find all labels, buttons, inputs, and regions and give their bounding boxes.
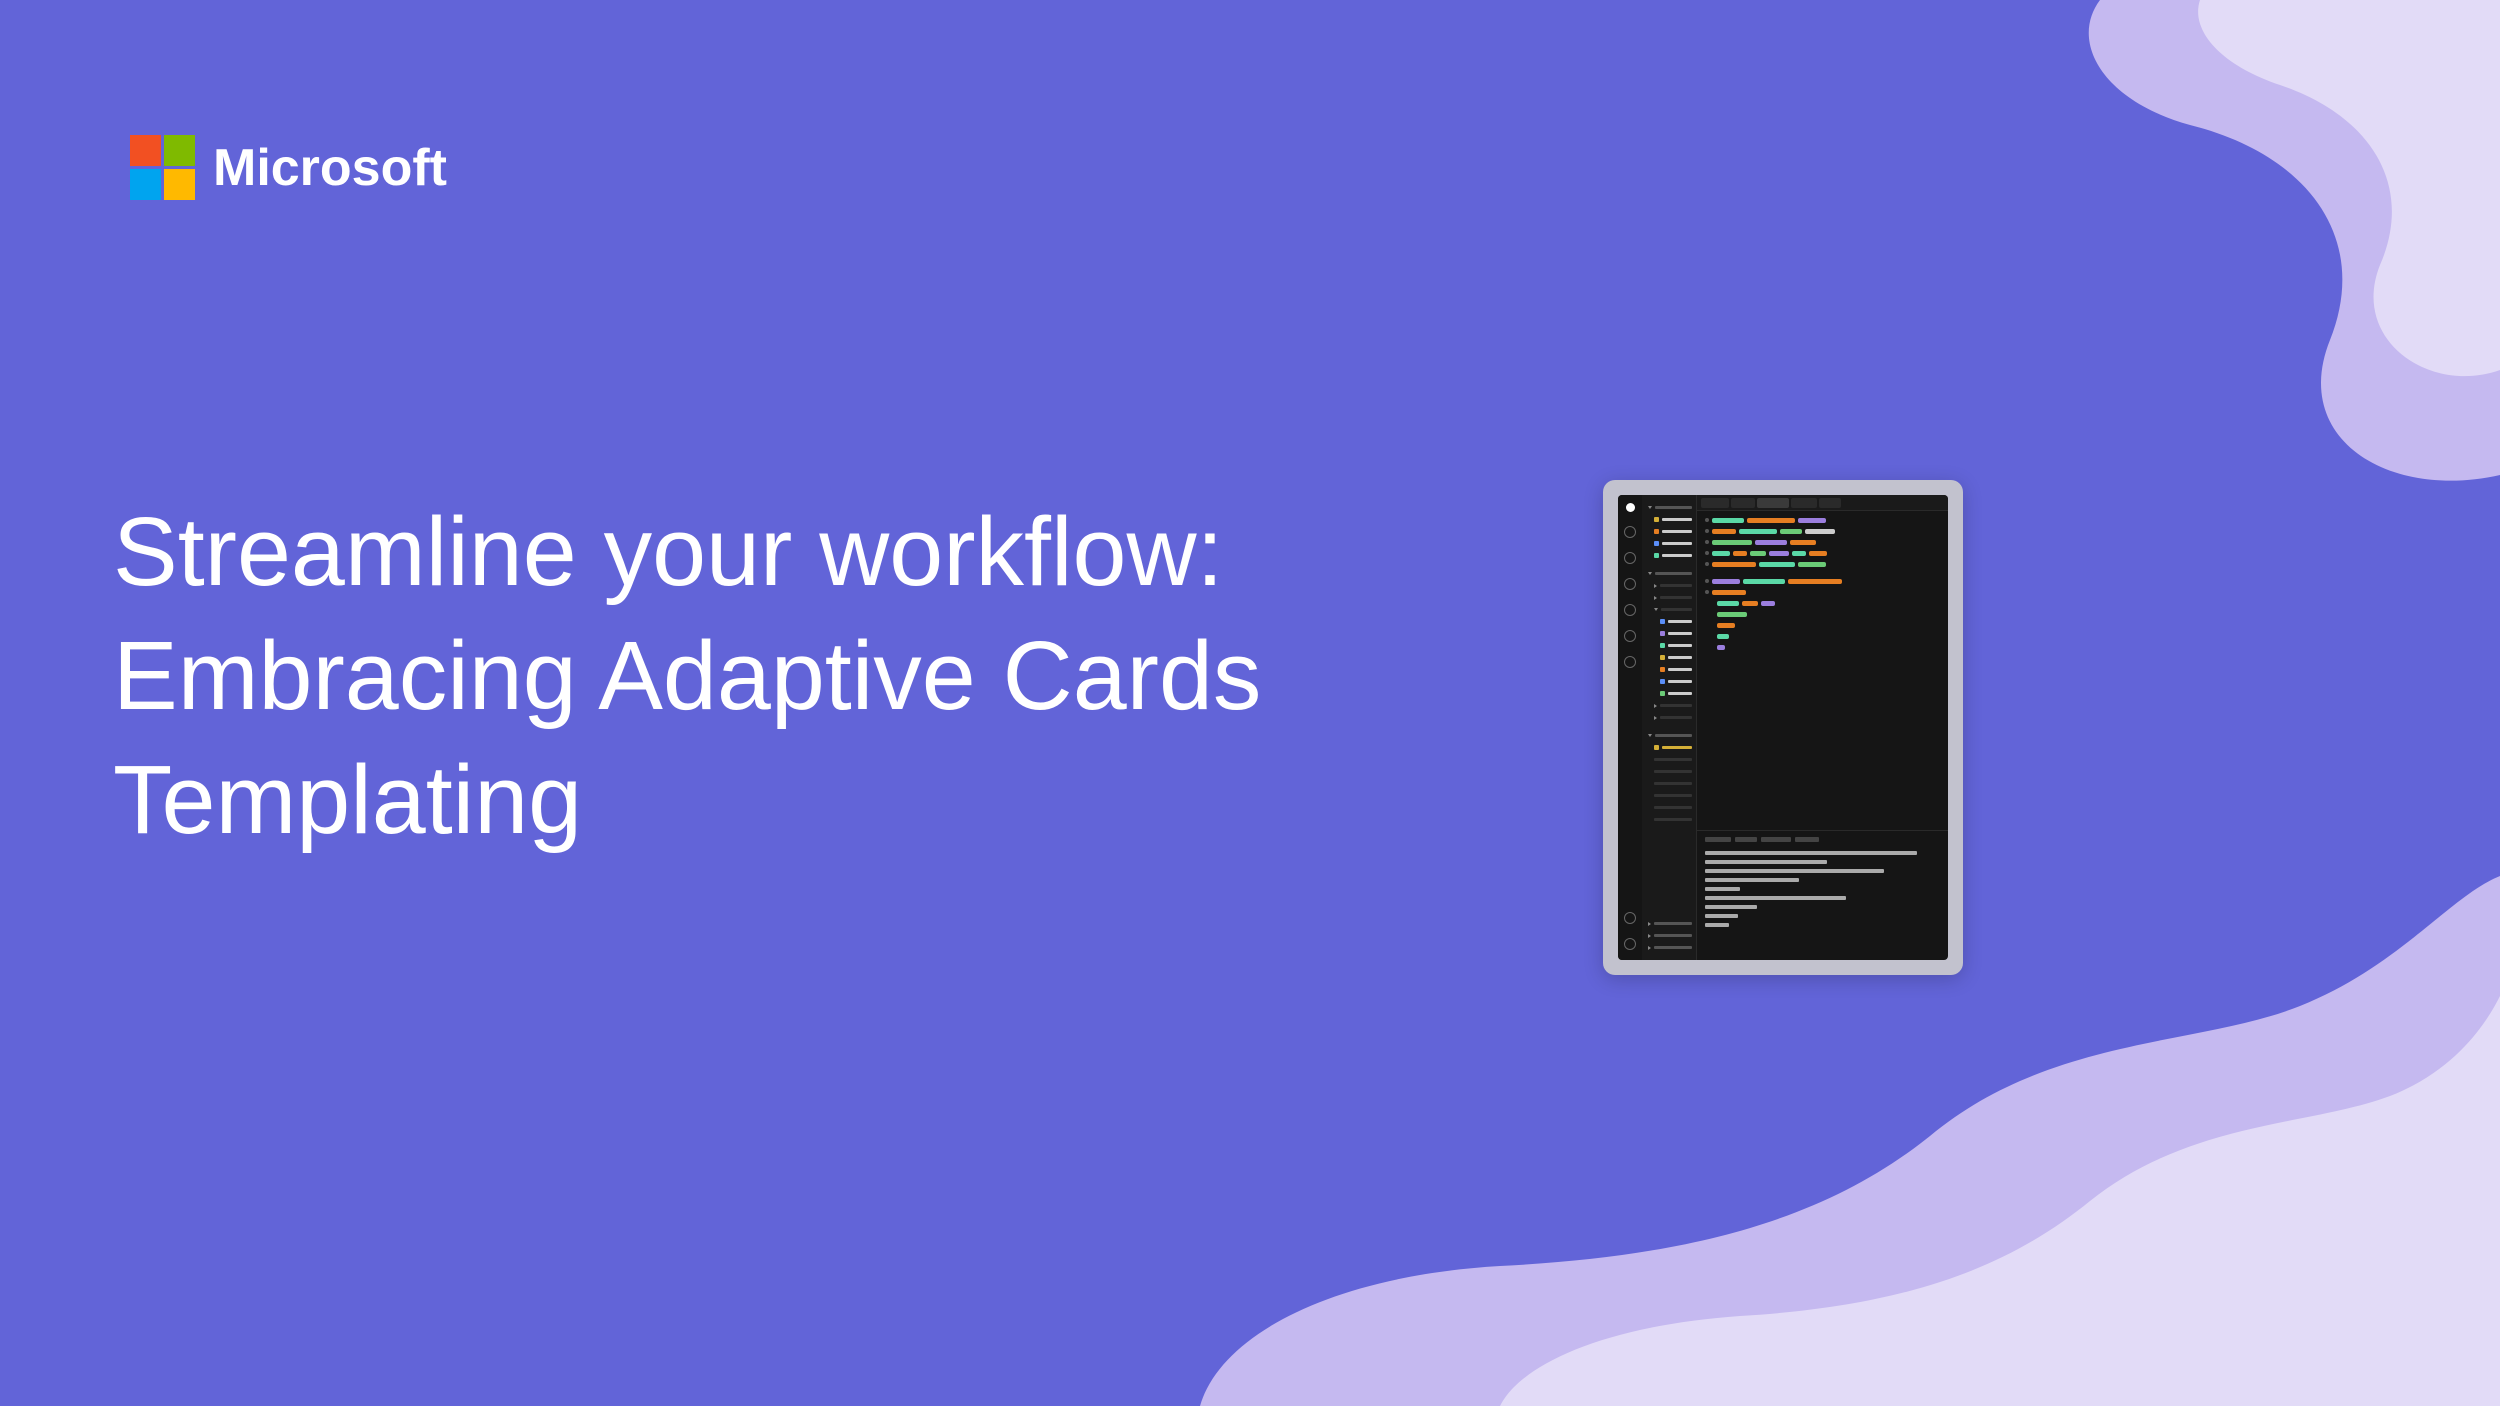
editor-window <box>1618 495 1948 960</box>
presentation-title: Streamline your workflow: Embracing Adap… <box>113 490 1313 862</box>
activity-icon <box>1624 912 1636 924</box>
activity-icon <box>1624 526 1636 538</box>
activity-icon <box>1624 604 1636 616</box>
activity-bar <box>1618 495 1642 960</box>
decorative-wave-top <box>1750 0 2500 500</box>
logo-square-red <box>130 135 161 166</box>
microsoft-logo-text: Microsoft <box>213 138 447 198</box>
code-editor-illustration <box>1603 480 1963 975</box>
activity-icon <box>1624 630 1636 642</box>
activity-icon <box>1624 552 1636 564</box>
terminal-panel <box>1697 830 1948 960</box>
logo-square-green <box>164 135 195 166</box>
microsoft-logo-icon <box>130 135 195 200</box>
editor-main <box>1697 495 1948 960</box>
file-explorer <box>1642 495 1697 960</box>
logo-square-blue <box>130 169 161 200</box>
logo-square-yellow <box>164 169 195 200</box>
activity-icon <box>1624 656 1636 668</box>
editor-tabs <box>1697 495 1948 511</box>
activity-icon <box>1624 938 1636 950</box>
activity-icon <box>1626 503 1635 512</box>
code-content <box>1697 511 1948 830</box>
microsoft-logo: Microsoft <box>130 135 447 200</box>
activity-icon <box>1624 578 1636 590</box>
